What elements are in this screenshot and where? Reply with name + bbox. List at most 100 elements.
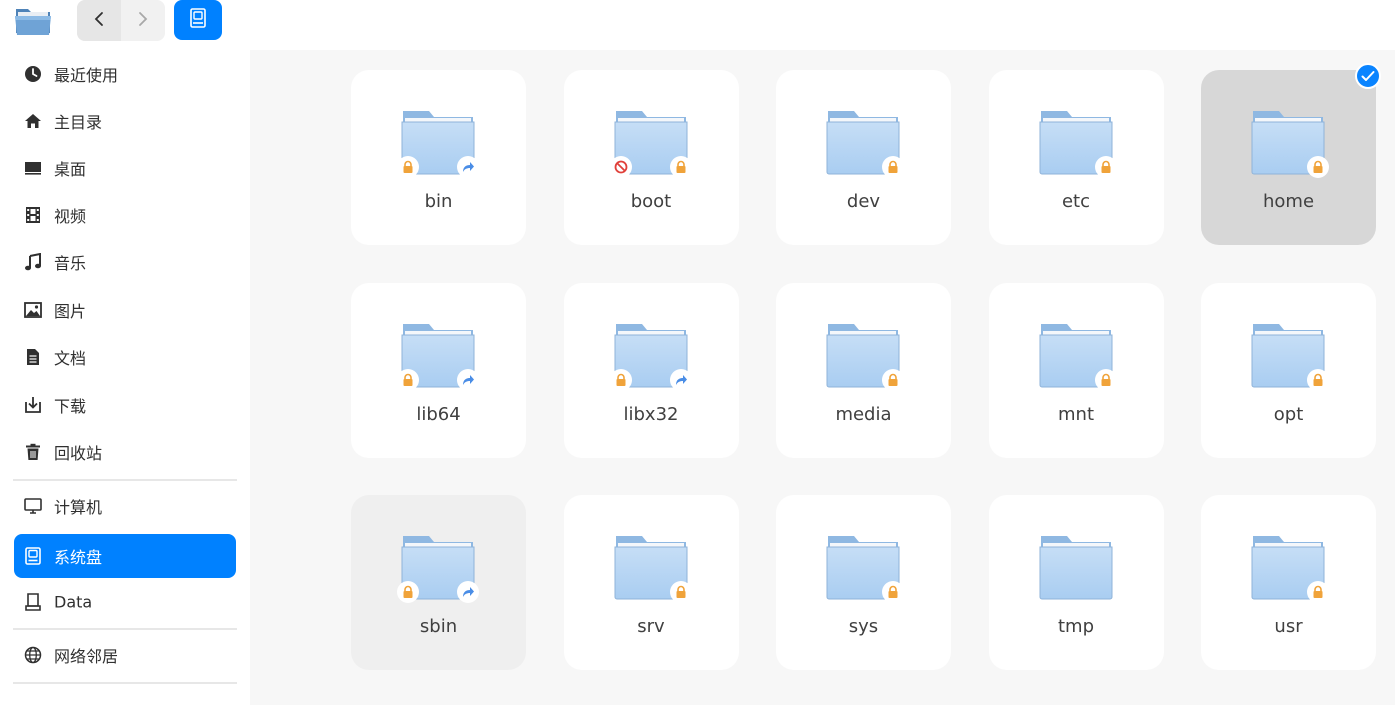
sidebar-item-label: 网络邻居 [54, 647, 119, 666]
sidebar-item-recent[interactable]: 最近使用 [14, 52, 236, 96]
sidebar-item-system-disk[interactable]: 系统盘 [14, 534, 236, 578]
sidebar-item-label: 主目录 [54, 113, 103, 132]
folder-item[interactable]: mnt [988, 282, 1164, 458]
forward-button[interactable] [121, 0, 165, 41]
music-note-icon [24, 253, 42, 271]
folder-item[interactable]: opt [1201, 282, 1376, 458]
home-icon [24, 112, 42, 130]
clock-icon [24, 65, 42, 83]
lock-icon [882, 156, 904, 178]
sidebar-item-documents[interactable]: 文档 [14, 335, 236, 379]
sidebar-item-label: 图片 [54, 302, 87, 321]
folder-item[interactable]: sys [776, 495, 951, 670]
lock-icon [609, 368, 632, 391]
folder-name: libx32 [623, 403, 679, 425]
lock-icon [669, 581, 692, 603]
symlink-arrow-icon [457, 368, 479, 391]
lock-icon [397, 368, 419, 391]
lock-icon [1094, 156, 1117, 178]
sidebar-item-label: 视频 [54, 207, 87, 226]
drive-icon [24, 593, 42, 611]
lock-icon [1307, 156, 1329, 178]
sidebar: 最近使用主目录桌面视频音乐图片文档下载回收站计算机系统盘 Data 网络邻居 [0, 50, 250, 705]
system-disk-icon [189, 8, 207, 32]
file-grid: bin boot dev etc home lib64 libx32 media mnt opt s… [250, 50, 1395, 705]
sidebar-item-desktop[interactable]: 桌面 [14, 146, 236, 190]
folder-name: tmp [1057, 616, 1095, 637]
monitor-icon [24, 497, 42, 515]
lock-icon [882, 581, 904, 603]
symlink-arrow-icon [669, 368, 692, 391]
sidebar-item-label: 桌面 [54, 160, 87, 179]
sidebar-item-label: 下载 [54, 397, 87, 416]
folder-name: sbin [419, 616, 458, 637]
sidebar-item-label: 系统盘 [54, 548, 103, 567]
folder-icon [1039, 534, 1113, 600]
sidebar-item-computer[interactable]: 计算机 [14, 484, 236, 528]
folder-item[interactable]: sbin [351, 495, 526, 670]
folder-item[interactable]: media [776, 282, 951, 458]
sidebar-item-label: Data [54, 592, 93, 612]
image-icon [24, 301, 42, 319]
sidebar-item-label: 计算机 [54, 498, 103, 517]
folder-item[interactable]: etc [988, 70, 1164, 245]
sidebar-item-music[interactable]: 音乐 [14, 240, 236, 284]
folder-item[interactable]: srv [563, 495, 739, 670]
folder-name: media [835, 403, 892, 425]
lock-icon [882, 368, 904, 391]
sidebar-item-label: 音乐 [54, 254, 87, 273]
symlink-arrow-icon [457, 581, 479, 603]
toolbar [0, 0, 1395, 50]
folder-item[interactable]: bin [351, 70, 526, 245]
folder-name: lib64 [416, 403, 461, 425]
lock-icon [397, 581, 419, 603]
chevron-left-icon [94, 11, 104, 31]
folder-item[interactable]: tmp [988, 495, 1164, 670]
selection-check-icon [1355, 63, 1381, 89]
desktop-icon [24, 159, 42, 177]
sidebar-divider [13, 682, 237, 684]
folder-name: sys [848, 616, 879, 637]
breadcrumb-system-disk[interactable] [174, 0, 222, 40]
folder-item[interactable]: usr [1201, 495, 1376, 670]
lock-icon [397, 156, 419, 178]
sidebar-item-downloads[interactable]: 下载 [14, 383, 236, 427]
sidebar-item-trash[interactable]: 回收站 [14, 430, 236, 474]
trash-icon [24, 443, 42, 461]
sidebar-item-label: 回收站 [54, 444, 103, 463]
folder-item[interactable]: home [1201, 70, 1376, 245]
sidebar-divider [13, 628, 237, 630]
folder-name: etc [1061, 191, 1091, 212]
folder-name: boot [630, 191, 672, 212]
film-icon [24, 206, 42, 224]
download-icon [24, 396, 42, 414]
lock-icon [1094, 368, 1117, 391]
sidebar-item-network[interactable]: 网络邻居 [14, 633, 236, 677]
lock-icon [1307, 581, 1329, 603]
sidebar-item-data[interactable]: Data [14, 580, 236, 624]
folder-name: bin [424, 191, 453, 212]
folder-item[interactable]: libx32 [563, 282, 739, 458]
folder-item[interactable]: boot [563, 70, 739, 245]
symlink-arrow-icon [457, 156, 479, 178]
sidebar-item-label: 最近使用 [54, 66, 119, 85]
sidebar-item-home[interactable]: 主目录 [14, 99, 236, 143]
lock-icon [669, 156, 692, 178]
lock-icon [1307, 368, 1329, 391]
sidebar-item-pictures[interactable]: 图片 [14, 288, 236, 332]
document-icon [24, 348, 42, 366]
sidebar-item-label: 文档 [54, 349, 87, 368]
folder-item[interactable]: dev [776, 70, 951, 245]
history-nav [77, 0, 165, 41]
back-button[interactable] [77, 0, 121, 41]
folder-name: opt [1273, 403, 1304, 425]
folder-app-icon [14, 3, 52, 37]
folder-name: srv [637, 616, 665, 637]
folder-name: dev [846, 191, 881, 212]
globe-icon [24, 646, 42, 664]
no-access-icon [609, 156, 632, 178]
sidebar-item-videos[interactable]: 视频 [14, 193, 236, 237]
chevron-right-icon [138, 11, 148, 31]
folder-item[interactable]: lib64 [351, 282, 526, 458]
sidebar-divider [13, 479, 237, 481]
